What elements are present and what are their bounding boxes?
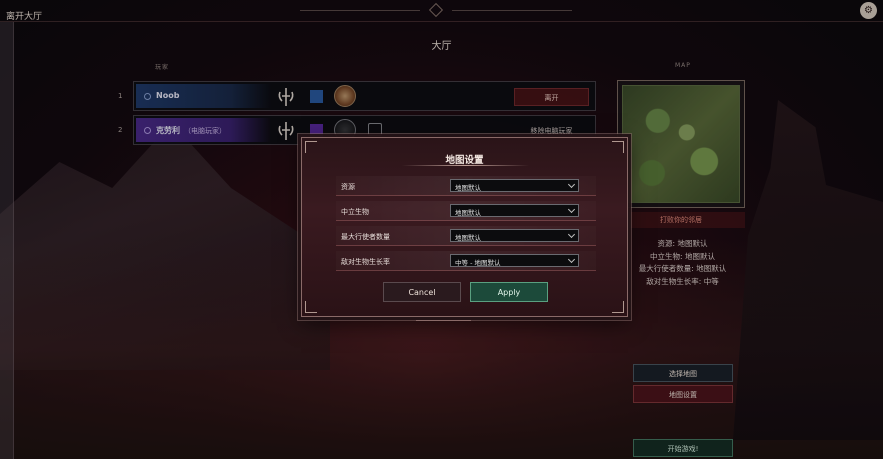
- dropdown-value: 地图默认: [455, 234, 481, 242]
- setting-label: 中立生物: [341, 208, 369, 216]
- cancel-button[interactable]: Cancel: [383, 282, 461, 302]
- setting-row-hostile-growth: 敌对生物生长率 中等 - 地图默认: [336, 251, 596, 271]
- corner-ornament: [612, 301, 624, 313]
- setting-label: 敌对生物生长率: [341, 258, 390, 266]
- chevron-down-icon: [567, 180, 576, 189]
- chevron-down-icon: [567, 230, 576, 239]
- dropdown-value: 地图默认: [455, 209, 481, 217]
- hostile-growth-dropdown[interactable]: 中等 - 地图默认: [450, 254, 579, 267]
- setting-row-max-envoys: 最大行使者数量 地图默认: [336, 226, 596, 246]
- dialog-bottom-ornament: [416, 317, 471, 321]
- neutral-creatures-dropdown[interactable]: 地图默认: [450, 204, 579, 217]
- setting-label: 资源: [341, 183, 355, 191]
- dropdown-value: 中等 - 地图默认: [455, 259, 501, 267]
- title-divider: [402, 165, 529, 166]
- chevron-down-icon: [567, 255, 576, 264]
- dialog-title: 地图设置: [445, 155, 484, 166]
- setting-row-resources: 资源 地图默认: [336, 176, 596, 196]
- apply-button[interactable]: Apply: [470, 282, 548, 302]
- setting-row-neutral-creatures: 中立生物 地图默认: [336, 201, 596, 221]
- resources-dropdown[interactable]: 地图默认: [450, 179, 579, 192]
- map-settings-dialog: 地图设置 资源 地图默认 中立生物 地图默认 最大行使者数量 地图默认 敌对生物…: [301, 137, 628, 317]
- dropdown-value: 地图默认: [455, 184, 481, 192]
- setting-label: 最大行使者数量: [341, 233, 390, 241]
- chevron-down-icon: [567, 205, 576, 214]
- max-envoys-dropdown[interactable]: 地图默认: [450, 229, 579, 242]
- corner-ornament: [305, 301, 317, 313]
